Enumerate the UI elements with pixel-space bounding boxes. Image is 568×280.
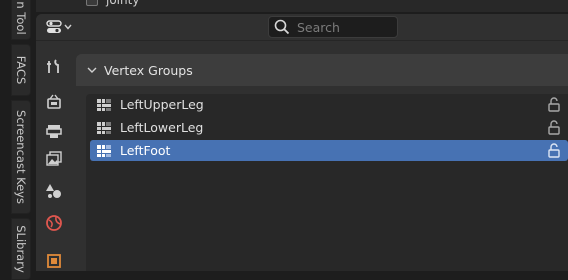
- tab-tool[interactable]: n Tool: [11, 0, 31, 40]
- search-input[interactable]: Search: [268, 16, 398, 38]
- vertex-group-icon: [97, 144, 111, 157]
- unlock-icon[interactable]: [547, 143, 561, 158]
- tool-icon: [47, 59, 59, 73]
- scene-tab[interactable]: [44, 181, 64, 201]
- row-label: jointy: [106, 0, 140, 7]
- output-tab[interactable]: [44, 121, 64, 141]
- vertex-group-list: LeftUpperLeg LeftLowerLeg LeftFoot: [86, 94, 568, 271]
- properties-icon: [46, 20, 62, 33]
- panel-title: Vertex Groups: [104, 62, 193, 78]
- panel-header[interactable]: Vertex Groups: [76, 54, 568, 86]
- world-tab[interactable]: [44, 213, 64, 233]
- unlock-icon[interactable]: [547, 120, 561, 135]
- tab-facs-label: FACS: [14, 55, 28, 85]
- object-icon: [47, 254, 61, 268]
- list-item[interactable]: LeftLowerLeg: [90, 117, 568, 138]
- view-layer-tab[interactable]: [44, 149, 64, 169]
- tab-screencast-keys-label: Screencast Keys: [14, 110, 28, 204]
- chevron-down-icon: [64, 24, 72, 30]
- render-tab[interactable]: [44, 92, 64, 112]
- view-layer-icon: [46, 151, 62, 166]
- vertex-groups-panel: Vertex Groups LeftUpperLeg LeftLowerLeg …: [76, 54, 568, 271]
- properties-tab-column: [36, 41, 70, 271]
- unlock-icon[interactable]: [547, 97, 561, 112]
- vertex-group-name: LeftFoot: [120, 143, 171, 158]
- editor-header: Search: [36, 14, 568, 41]
- chevron-down-icon: [87, 67, 97, 73]
- panel-body: LeftUpperLeg LeftLowerLeg LeftFoot: [76, 86, 568, 271]
- row-checkbox[interactable]: [86, 0, 98, 6]
- tab-slibrary-label: SLibrary: [14, 225, 28, 273]
- list-item-selected[interactable]: LeftFoot: [90, 140, 568, 161]
- outliner-row-joint[interactable]: jointy: [36, 0, 568, 12]
- object-tab[interactable]: [44, 251, 64, 271]
- vertex-group-icon: [97, 98, 111, 111]
- tool-tab[interactable]: [44, 57, 64, 77]
- tab-facs[interactable]: FACS: [11, 44, 31, 96]
- output-icon: [46, 125, 62, 138]
- editor-type-button[interactable]: [44, 17, 74, 37]
- list-item[interactable]: LeftUpperLeg: [90, 94, 568, 115]
- vertex-group-name: LeftUpperLeg: [120, 97, 204, 112]
- sidebar-tab-strip: n Tool FACS Screencast Keys SLibrary: [0, 0, 36, 280]
- render-icon: [47, 94, 61, 109]
- properties-editor: Search Vertex Groups LeftUpperLeg LeftLo…: [36, 14, 568, 271]
- scene-icon: [46, 184, 61, 198]
- tab-screencast-keys[interactable]: Screencast Keys: [11, 100, 31, 214]
- tab-tool-label: n Tool: [14, 1, 28, 35]
- search-placeholder: Search: [297, 19, 340, 35]
- world-icon: [46, 215, 62, 231]
- search-icon: [274, 19, 290, 35]
- vertex-group-icon: [97, 121, 111, 134]
- vertex-group-name: LeftLowerLeg: [120, 120, 204, 135]
